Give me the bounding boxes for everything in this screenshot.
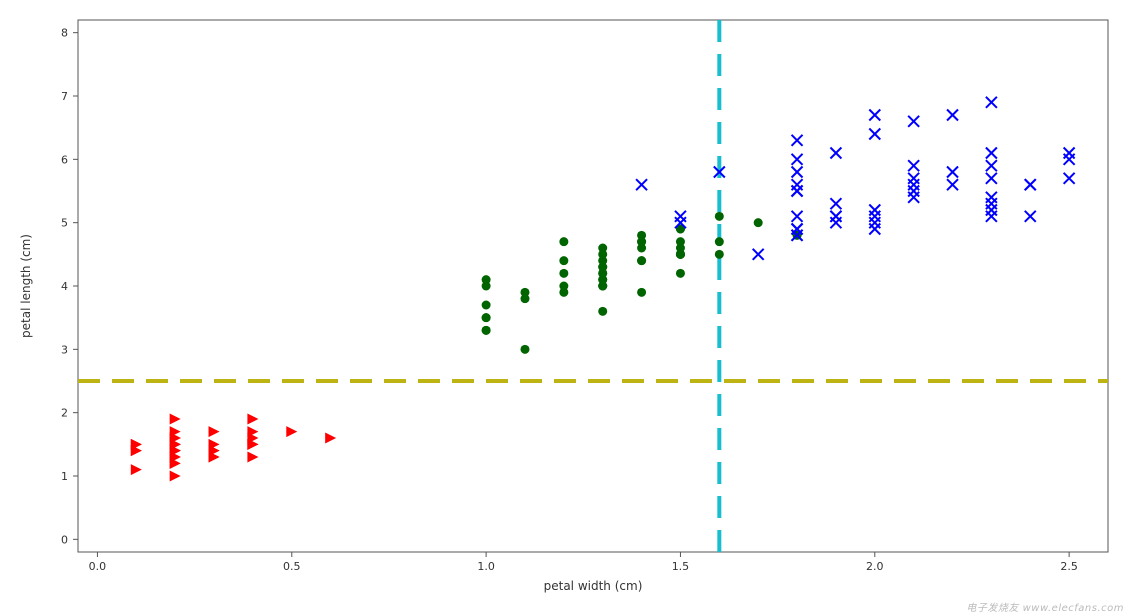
data-point xyxy=(675,211,686,222)
series-versicolor xyxy=(482,212,802,354)
data-point xyxy=(986,148,997,159)
data-point xyxy=(869,110,880,121)
data-point xyxy=(170,471,181,482)
data-point xyxy=(830,217,841,228)
data-point xyxy=(637,231,646,240)
data-point xyxy=(986,173,997,184)
data-point xyxy=(1025,211,1036,222)
data-point xyxy=(676,269,685,278)
data-point xyxy=(908,116,919,127)
data-point xyxy=(637,256,646,265)
data-point xyxy=(792,167,803,178)
plot-frame xyxy=(78,20,1108,552)
data-point xyxy=(986,97,997,108)
data-point xyxy=(170,414,181,425)
y-tick-label: 8 xyxy=(61,27,68,40)
data-point xyxy=(520,345,529,354)
x-tick-label: 1.5 xyxy=(672,560,690,573)
data-point xyxy=(209,426,220,437)
data-point xyxy=(869,224,880,235)
data-point xyxy=(637,244,646,253)
y-tick-label: 0 xyxy=(61,533,68,546)
data-point xyxy=(247,414,258,425)
y-tick-label: 6 xyxy=(61,153,68,166)
data-point xyxy=(986,160,997,171)
data-point xyxy=(325,433,336,444)
x-tick-label: 0.5 xyxy=(283,560,301,573)
data-point xyxy=(947,179,958,190)
data-point xyxy=(830,148,841,159)
data-point xyxy=(908,160,919,171)
y-tick-label: 7 xyxy=(61,90,68,103)
data-point xyxy=(792,135,803,146)
y-axis-label: petal length (cm) xyxy=(19,234,33,338)
data-point xyxy=(869,129,880,140)
data-point xyxy=(715,237,724,246)
data-point xyxy=(636,179,647,190)
series-virginica xyxy=(636,97,1075,260)
data-point xyxy=(637,288,646,297)
data-point xyxy=(792,154,803,165)
data-point xyxy=(598,275,607,284)
data-point xyxy=(598,307,607,316)
watermark-text: 电子发烧友 www.elecfans.com xyxy=(966,599,1124,614)
x-tick-label: 1.0 xyxy=(477,560,495,573)
data-point xyxy=(753,249,764,260)
data-point xyxy=(830,198,841,209)
data-point xyxy=(676,250,685,259)
data-point xyxy=(908,179,919,190)
y-tick-label: 4 xyxy=(61,280,68,293)
y-tick-label: 3 xyxy=(61,343,68,356)
data-point xyxy=(715,250,724,259)
y-tick-label: 2 xyxy=(61,407,68,420)
data-point xyxy=(559,256,568,265)
data-point xyxy=(520,294,529,303)
data-point xyxy=(598,263,607,272)
data-point xyxy=(792,211,803,222)
series-setosa xyxy=(131,414,336,482)
data-point xyxy=(986,192,997,203)
data-point xyxy=(598,244,607,253)
data-point xyxy=(908,192,919,203)
data-point xyxy=(869,205,880,216)
data-point xyxy=(482,313,491,322)
data-point xyxy=(247,452,258,463)
y-tick-label: 1 xyxy=(61,470,68,483)
data-point xyxy=(131,464,142,475)
data-point xyxy=(482,275,491,284)
data-point xyxy=(754,218,763,227)
data-point xyxy=(559,282,568,291)
data-point xyxy=(559,237,568,246)
data-point xyxy=(1064,148,1075,159)
x-axis-label: petal width (cm) xyxy=(544,579,643,593)
data-point xyxy=(559,269,568,278)
data-point xyxy=(482,326,491,335)
data-point xyxy=(676,237,685,246)
data-point xyxy=(482,301,491,310)
x-tick-label: 2.5 xyxy=(1060,560,1078,573)
data-point xyxy=(792,186,803,197)
data-point xyxy=(1064,173,1075,184)
y-tick-label: 5 xyxy=(61,217,68,230)
x-tick-label: 0.0 xyxy=(89,560,107,573)
scatter-chart: 0.0 0.5 1.0 1.5 2.0 2.5 0 1 2 3 4 5 6 7 8 petal width (… xyxy=(0,0,1130,616)
data-point xyxy=(715,212,724,221)
data-point xyxy=(986,205,997,216)
data-point xyxy=(947,110,958,121)
x-tick-label: 2.0 xyxy=(866,560,884,573)
data-point xyxy=(947,167,958,178)
data-point xyxy=(1025,179,1036,190)
data-point xyxy=(286,426,297,437)
